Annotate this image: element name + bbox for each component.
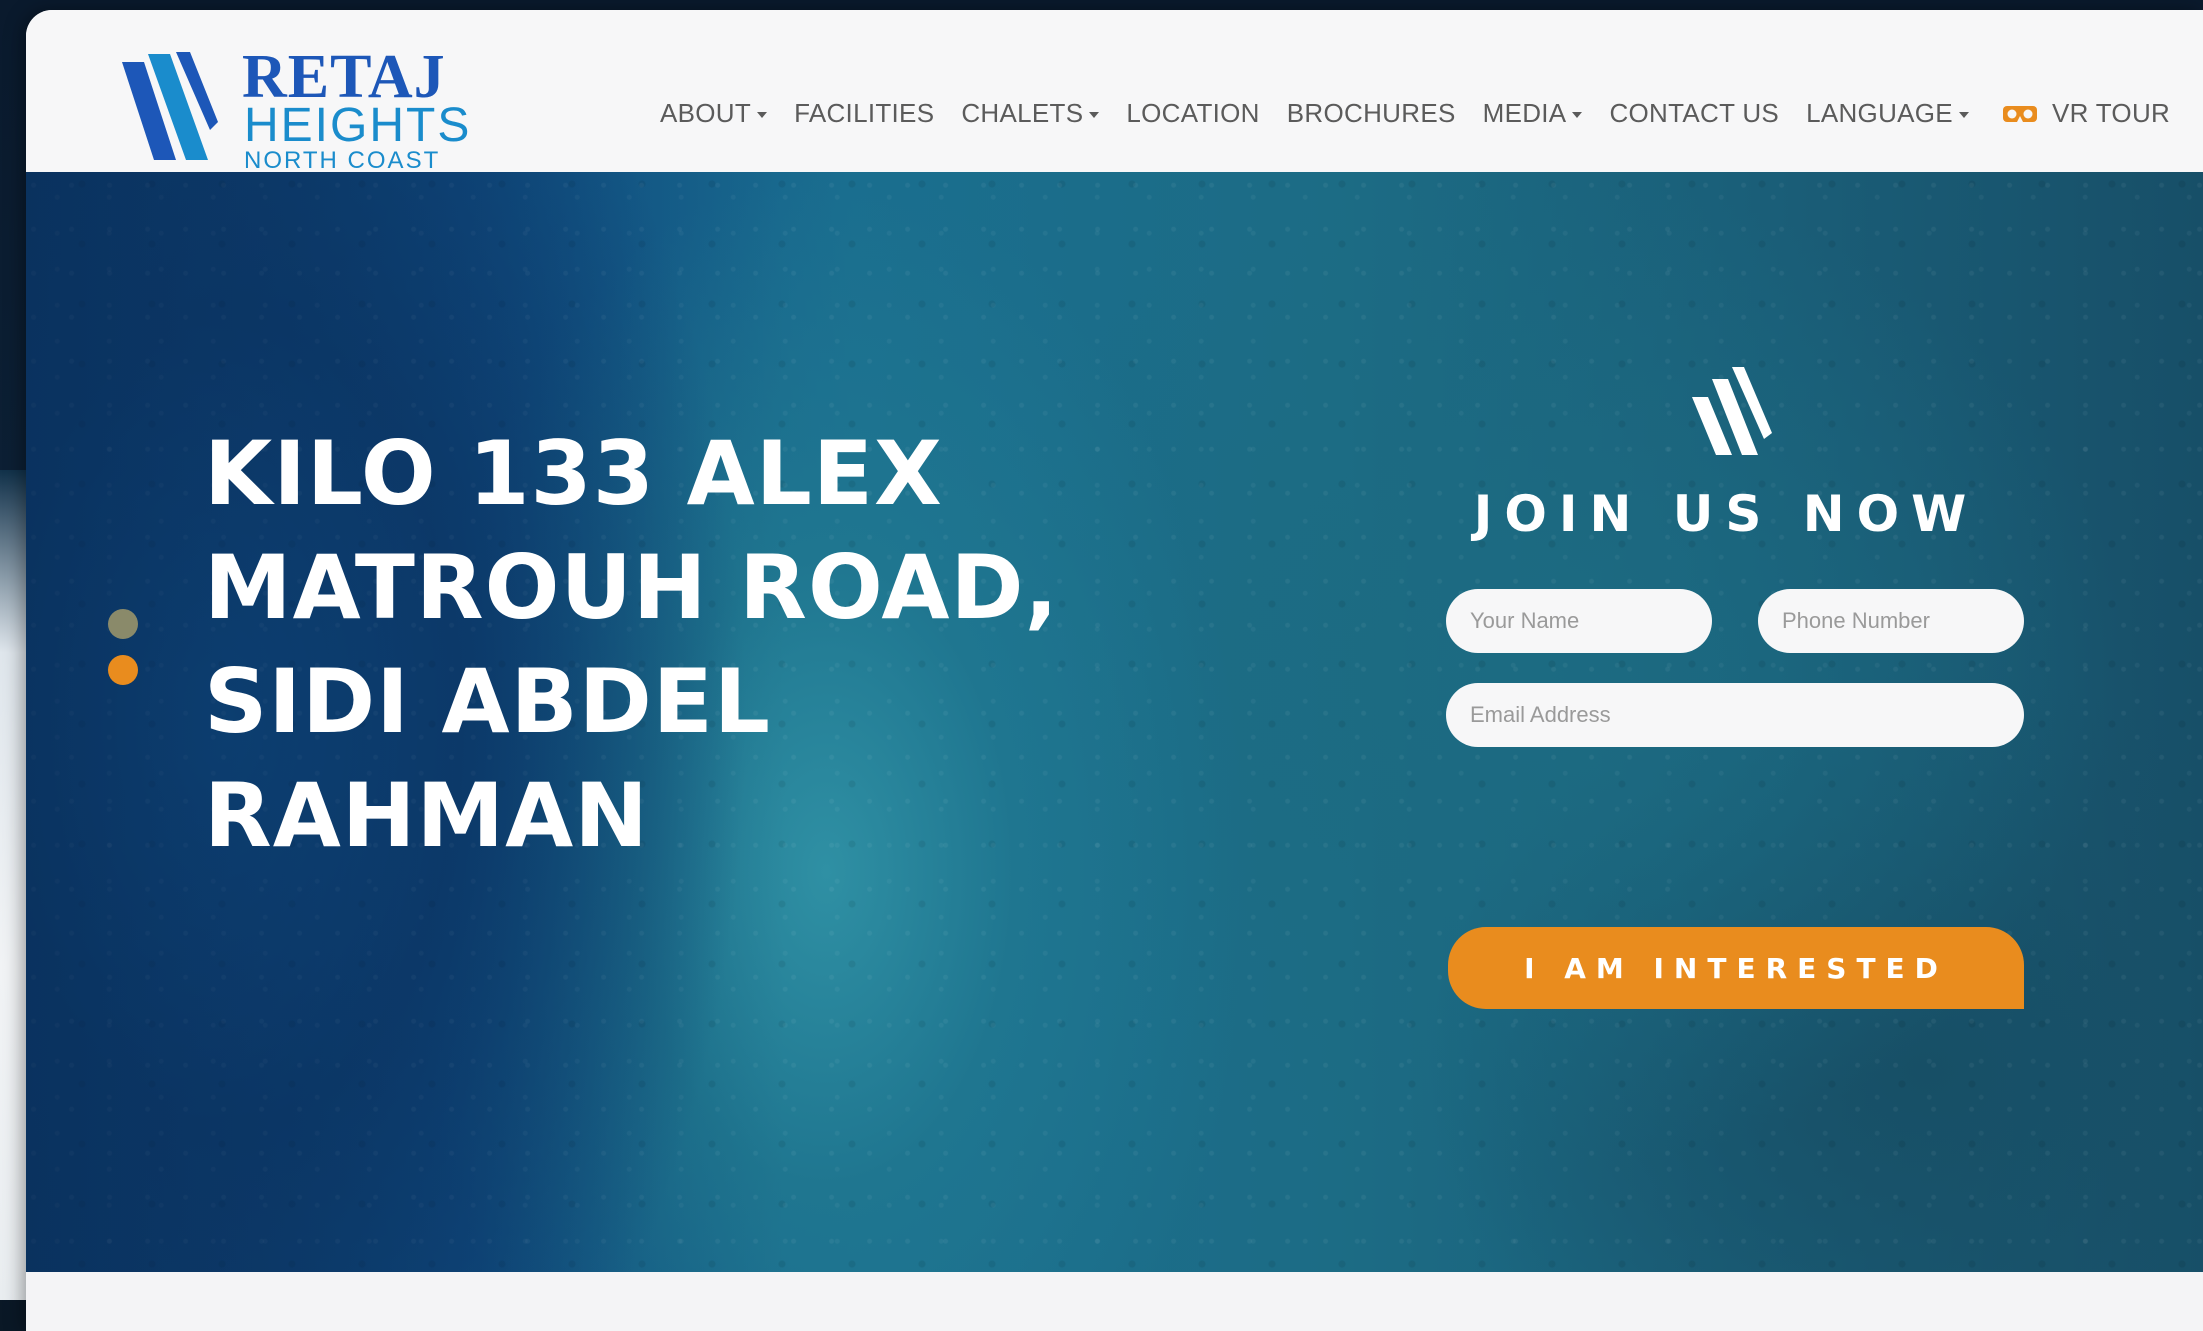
vr-headset-icon: [2002, 105, 2037, 122]
hero-title-line: SIDI ABDEL: [204, 650, 771, 753]
slider-dot-2[interactable]: [108, 655, 138, 685]
logo-mark-icon: [1692, 367, 1772, 455]
nav-brochures-label: BROCHURES: [1286, 98, 1456, 128]
nav-vr-tour[interactable]: VR TOUR: [2002, 98, 2170, 129]
hero-title-line: MATROUH ROAD,: [204, 536, 1059, 639]
phone-field[interactable]: [1758, 589, 2024, 653]
chevron-down-icon: [1958, 111, 1969, 118]
nav-about[interactable]: ABOUT: [660, 98, 768, 129]
chevron-down-icon: [1089, 111, 1100, 118]
logo-subtitle: HEIGHTS: [244, 99, 472, 152]
nav-location[interactable]: LOCATION: [1126, 98, 1259, 129]
nav-facilities[interactable]: FACILITIES: [794, 98, 934, 129]
nav-language-label: LANGUAGE: [1806, 98, 1953, 128]
nav-facilities-label: FACILITIES: [794, 98, 935, 128]
interested-button[interactable]: I AM INTERESTED: [1448, 927, 2024, 1009]
chevron-down-icon: [1572, 111, 1583, 118]
page-bottom-area: [26, 1272, 2203, 1331]
logo-wordmark: RETAJ: [242, 43, 446, 111]
nav-contact-us[interactable]: CONTACT US: [1609, 98, 1779, 129]
main-nav: ABOUT FACILITIES CHALETS LOCATION BROCHU…: [660, 98, 2197, 129]
hero-title-line: KILO 133 ALEX: [204, 422, 943, 525]
browser-window: RETAJ HEIGHTS NORTH COAST ABOUT FACILITI…: [26, 10, 2203, 1331]
logo-mark-icon: [122, 52, 218, 160]
nav-contact-us-label: CONTACT US: [1609, 98, 1780, 128]
slider-dot-1[interactable]: [108, 609, 138, 639]
chevron-down-icon: [757, 111, 768, 118]
nav-vr-tour-label: VR TOUR: [2051, 98, 2171, 128]
screen: RETAJ HEIGHTS NORTH COAST ABOUT FACILITI…: [0, 0, 2203, 1331]
nav-chalets[interactable]: CHALETS: [961, 98, 1100, 129]
nav-brochures[interactable]: BROCHURES: [1287, 98, 1456, 129]
hero-address-title: KILO 133 ALEX MATROUH ROAD, SIDI ABDEL R…: [204, 417, 1104, 873]
nav-location-label: LOCATION: [1126, 98, 1260, 128]
nav-media[interactable]: MEDIA: [1483, 98, 1583, 129]
form-heading: JOIN US NOW: [1473, 485, 1979, 543]
nav-media-label: MEDIA: [1482, 98, 1567, 128]
name-field[interactable]: [1446, 589, 1712, 653]
nav-language[interactable]: LANGUAGE: [1806, 98, 1969, 129]
nav-chalets-label: CHALETS: [961, 98, 1084, 128]
hero-title-line: RAHMAN: [204, 764, 649, 867]
slider-dots: [108, 609, 138, 701]
nav-about-label: ABOUT: [660, 98, 752, 128]
site-header: RETAJ HEIGHTS NORTH COAST ABOUT FACILITI…: [26, 10, 2203, 174]
hero-section: KILO 133 ALEX MATROUH ROAD, SIDI ABDEL R…: [26, 172, 2203, 1272]
site-logo[interactable]: RETAJ HEIGHTS NORTH COAST: [114, 43, 514, 178]
logo-tagline: NORTH COAST: [244, 147, 441, 174]
email-field[interactable]: [1446, 683, 2024, 747]
